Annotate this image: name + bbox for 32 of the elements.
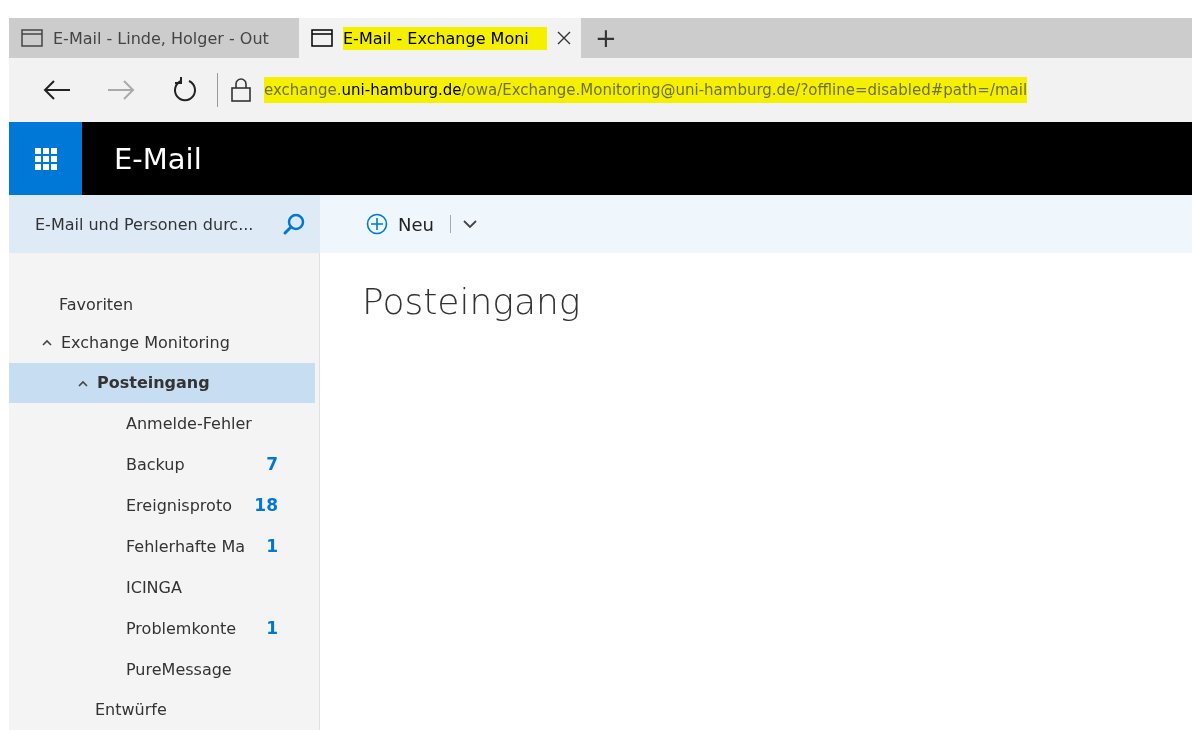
new-button[interactable]: Neu — [360, 195, 440, 253]
tab-page-icon — [311, 29, 333, 47]
app-launcher-button[interactable] — [9, 122, 82, 195]
folder-item[interactable]: Fehlerhafte Ma 1 — [9, 525, 315, 567]
close-icon[interactable] — [557, 31, 571, 45]
folder-item[interactable]: Ereignisproto 18 — [9, 484, 315, 526]
plus-circle-icon — [366, 213, 388, 235]
lock-icon — [230, 77, 252, 103]
search-box[interactable]: E-Mail und Personen durc... — [9, 195, 320, 253]
app-title: E-Mail — [114, 141, 202, 176]
grid-icon — [34, 147, 57, 170]
folder-item[interactable]: Anmelde-Fehler — [9, 402, 315, 444]
chevron-down-icon[interactable] — [462, 219, 477, 229]
search-icon[interactable] — [282, 212, 306, 236]
browser-tab[interactable]: E-Mail - Exchange Moni — [299, 18, 581, 58]
folder-item[interactable]: PureMessage — [9, 648, 315, 690]
chevron-up-icon[interactable] — [41, 338, 53, 347]
folder-item[interactable]: Problemkonte 1 — [9, 607, 315, 649]
chevron-up-icon[interactable] — [77, 378, 89, 387]
refresh-icon[interactable] — [172, 77, 198, 103]
back-icon[interactable] — [43, 79, 71, 101]
search-field[interactable]: E-Mail und Personen durc... — [33, 213, 278, 235]
new-tab-button[interactable]: + — [581, 18, 631, 58]
folder-item[interactable]: Entwürfe — [9, 689, 315, 730]
folder-item[interactable]: Posteingang — [9, 362, 315, 403]
folder-item[interactable]: ICINGA — [9, 566, 315, 608]
folder-item[interactable]: Backup 7 — [9, 443, 315, 485]
tab-page-icon — [21, 29, 43, 47]
account-item[interactable]: Exchange Monitoring — [9, 322, 315, 363]
section-header[interactable]: Favoriten — [9, 287, 315, 323]
folder-heading: Posteingang — [362, 281, 582, 322]
address-field[interactable]: exchange.uni-hamburg.de/owa/Exchange.Monitoring@uni-hamburg.de/?offline=disabled#path=/mail — [264, 77, 1028, 103]
